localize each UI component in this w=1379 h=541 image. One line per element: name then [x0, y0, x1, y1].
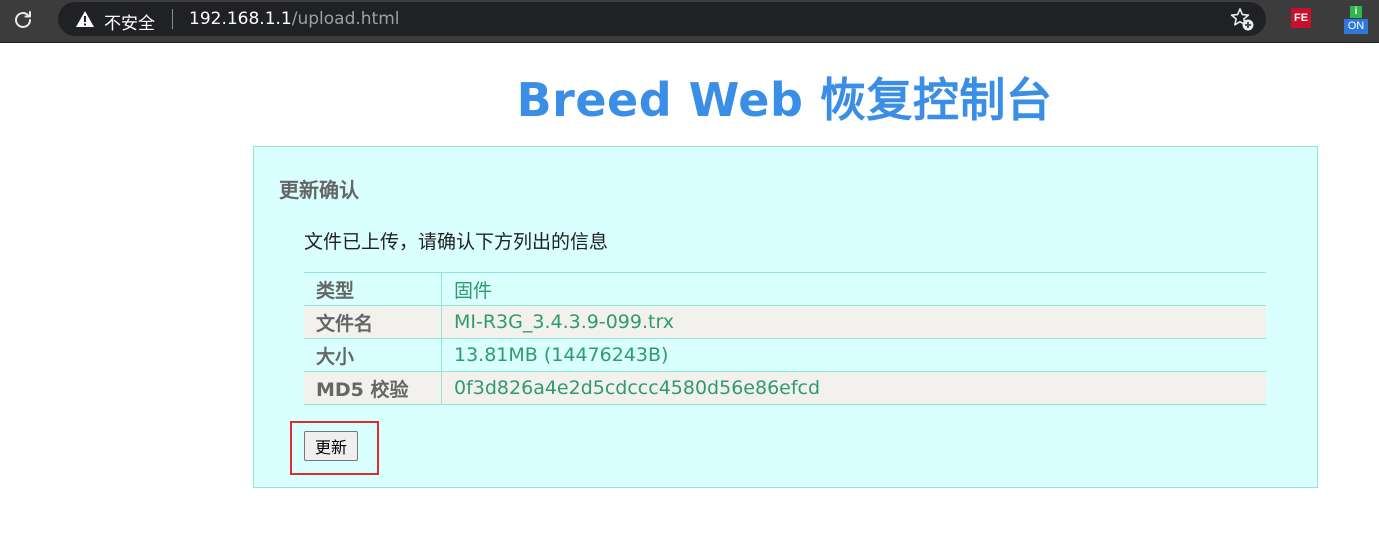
page-title: Breed Web 恢复控制台	[516, 73, 1053, 127]
browser-toolbar: 不安全 192.168.1.1/upload.html FE i ON	[0, 0, 1379, 43]
info-icon: i	[1350, 6, 1362, 18]
table-row-md5: MD5 校验 0f3d826a4e2d5cdccc4580d56e86efcd	[304, 371, 1266, 405]
security-label[interactable]: 不安全	[104, 9, 155, 34]
row-value: 固件	[441, 272, 1266, 306]
url-text[interactable]: 192.168.1.1/upload.html	[189, 9, 400, 29]
row-key: MD5 校验	[304, 371, 442, 405]
table-row-filename: 文件名 MI-R3G_3.4.3.9-099.trx	[304, 305, 1266, 339]
row-value: MI-R3G_3.4.3.9-099.trx	[441, 305, 1266, 339]
highlight-box	[290, 421, 379, 475]
on-extension-label: ON	[1344, 19, 1368, 34]
warning-icon[interactable]	[75, 10, 95, 28]
row-key: 类型	[304, 272, 442, 306]
panel-heading: 更新确认	[279, 178, 359, 202]
row-key: 大小	[304, 338, 442, 372]
bookmark-star-icon[interactable]	[1229, 6, 1255, 32]
url-path: /upload.html	[291, 9, 400, 29]
reload-icon[interactable]	[11, 8, 35, 32]
row-key: 文件名	[304, 305, 442, 339]
fe-helper-extension-icon[interactable]: FE	[1291, 8, 1311, 28]
divider	[172, 9, 173, 29]
address-bar[interactable]: 不安全 192.168.1.1/upload.html	[58, 2, 1266, 36]
upload-info-text: 文件已上传，请确认下方列出的信息	[304, 231, 609, 253]
file-info-table: 类型 固件 文件名 MI-R3G_3.4.3.9-099.trx 大小 13.8…	[304, 272, 1266, 405]
url-host: 192.168.1.1	[189, 9, 292, 29]
update-confirm-panel: 更新确认 文件已上传，请确认下方列出的信息 类型 固件 文件名 MI-R3G_3…	[253, 146, 1318, 488]
row-value: 0f3d826a4e2d5cdccc4580d56e86efcd	[441, 371, 1266, 405]
row-value: 13.81MB (14476243B)	[441, 338, 1266, 372]
table-row-size: 大小 13.81MB (14476243B)	[304, 338, 1266, 372]
table-row-type: 类型 固件	[304, 272, 1266, 306]
on-extension-icon[interactable]: i ON	[1344, 6, 1368, 36]
